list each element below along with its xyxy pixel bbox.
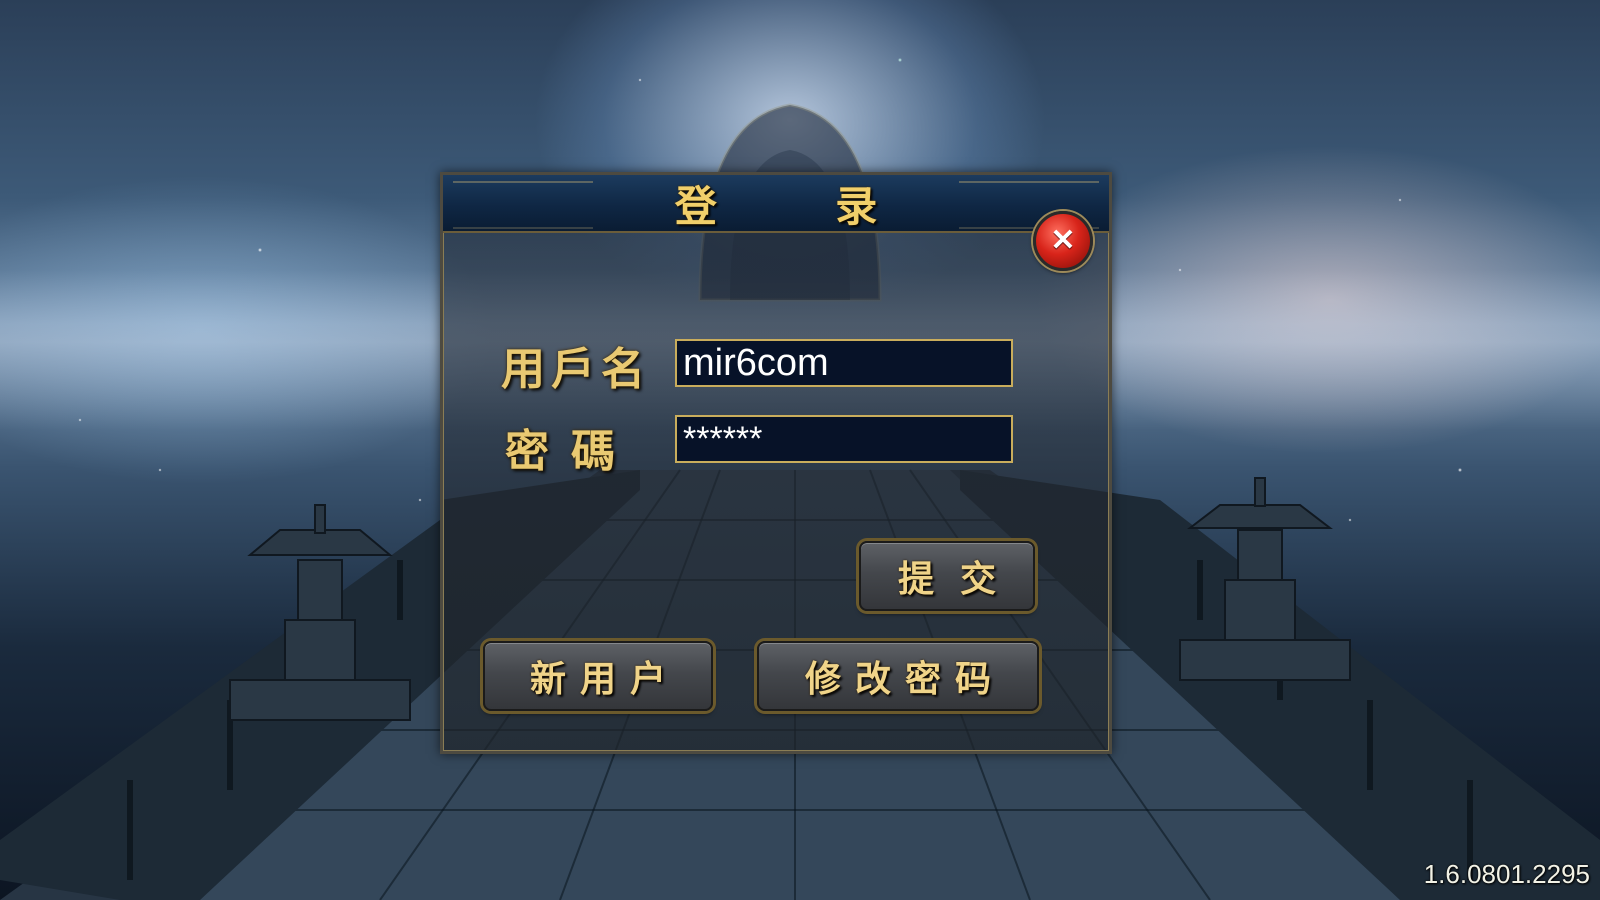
- password-label: 密碼: [505, 426, 637, 477]
- new-user-button[interactable]: 新用户: [483, 641, 713, 711]
- change-password-button[interactable]: 修改密码: [757, 641, 1039, 711]
- password-input[interactable]: [675, 415, 1013, 463]
- submit-button[interactable]: 提交: [859, 541, 1035, 611]
- login-dialog: 登 录 ✕ 用戶名 密碼 提交 新用户 修改密码: [440, 172, 1112, 754]
- dialog-title-bar: 登 录: [443, 175, 1109, 233]
- username-input[interactable]: [675, 339, 1013, 387]
- dialog-title: 登 录: [674, 181, 930, 231]
- close-icon: ✕: [1050, 224, 1076, 257]
- close-button[interactable]: ✕: [1033, 211, 1093, 271]
- title-ornament-left: [453, 181, 593, 229]
- username-label: 用戶名: [501, 344, 651, 395]
- version-label: 1.6.0801.2295: [1423, 859, 1590, 889]
